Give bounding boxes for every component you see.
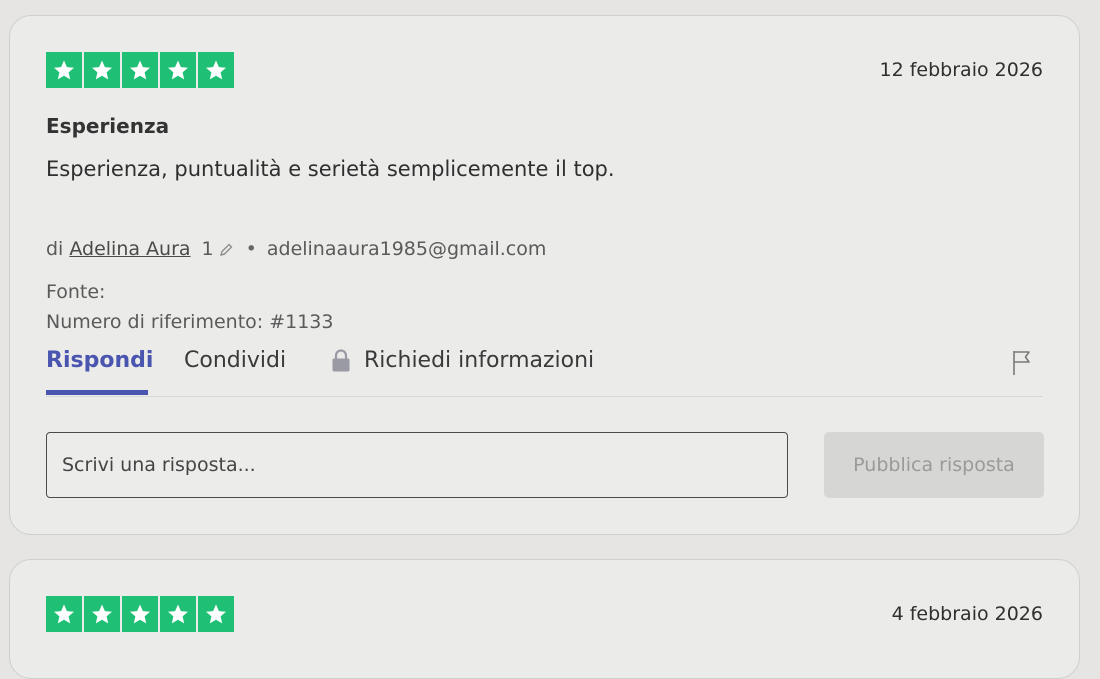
- tab-reply[interactable]: Rispondi: [46, 346, 154, 395]
- star-icon: [84, 52, 120, 88]
- star-icon: [160, 52, 196, 88]
- star-rating: [46, 596, 234, 632]
- star-icon: [198, 596, 234, 632]
- lock-icon: [330, 348, 352, 372]
- review-title: Esperienza: [46, 114, 170, 138]
- action-tabs: Rispondi Condividi Richiedi informazioni: [46, 346, 1043, 397]
- reply-input[interactable]: [46, 432, 788, 498]
- star-rating: [46, 52, 234, 88]
- reference-number: Numero di riferimento: #1133: [46, 311, 334, 333]
- star-icon: [122, 52, 158, 88]
- tab-reply-label: Rispondi: [46, 347, 154, 373]
- review-card: 4 febbraio 2026: [9, 559, 1080, 679]
- tab-request-info[interactable]: Richiedi informazioni: [330, 346, 594, 374]
- by-prefix: di: [46, 238, 64, 260]
- flag-icon[interactable]: [1009, 348, 1035, 376]
- review-card: 12 febbraio 2026 Esperienza Esperienza, …: [9, 15, 1080, 535]
- star-icon: [198, 52, 234, 88]
- pencil-icon: [218, 241, 234, 257]
- review-count: 1: [201, 238, 214, 260]
- source-label: Fonte:: [46, 281, 106, 303]
- tab-share-label: Condividi: [184, 347, 287, 373]
- separator-dot: •: [245, 238, 257, 260]
- review-meta: di Adelina Aura 1 • adelinaaura1985@gmai…: [46, 238, 546, 260]
- tab-share[interactable]: Condividi: [184, 346, 286, 374]
- star-icon: [160, 596, 196, 632]
- author-email: adelinaaura1985@gmail.com: [266, 238, 547, 260]
- author-link[interactable]: Adelina Aura: [69, 238, 190, 260]
- tab-request-info-label: Richiedi informazioni: [364, 347, 595, 373]
- publish-reply-button[interactable]: Pubblica risposta: [824, 432, 1044, 498]
- star-icon: [46, 52, 82, 88]
- star-icon: [122, 596, 158, 632]
- review-date: 12 febbraio 2026: [879, 59, 1043, 81]
- review-date: 4 febbraio 2026: [891, 603, 1043, 625]
- active-tab-indicator: [46, 390, 148, 395]
- review-body: Esperienza, puntualità e serietà semplic…: [46, 157, 615, 181]
- star-icon: [46, 596, 82, 632]
- star-icon: [84, 596, 120, 632]
